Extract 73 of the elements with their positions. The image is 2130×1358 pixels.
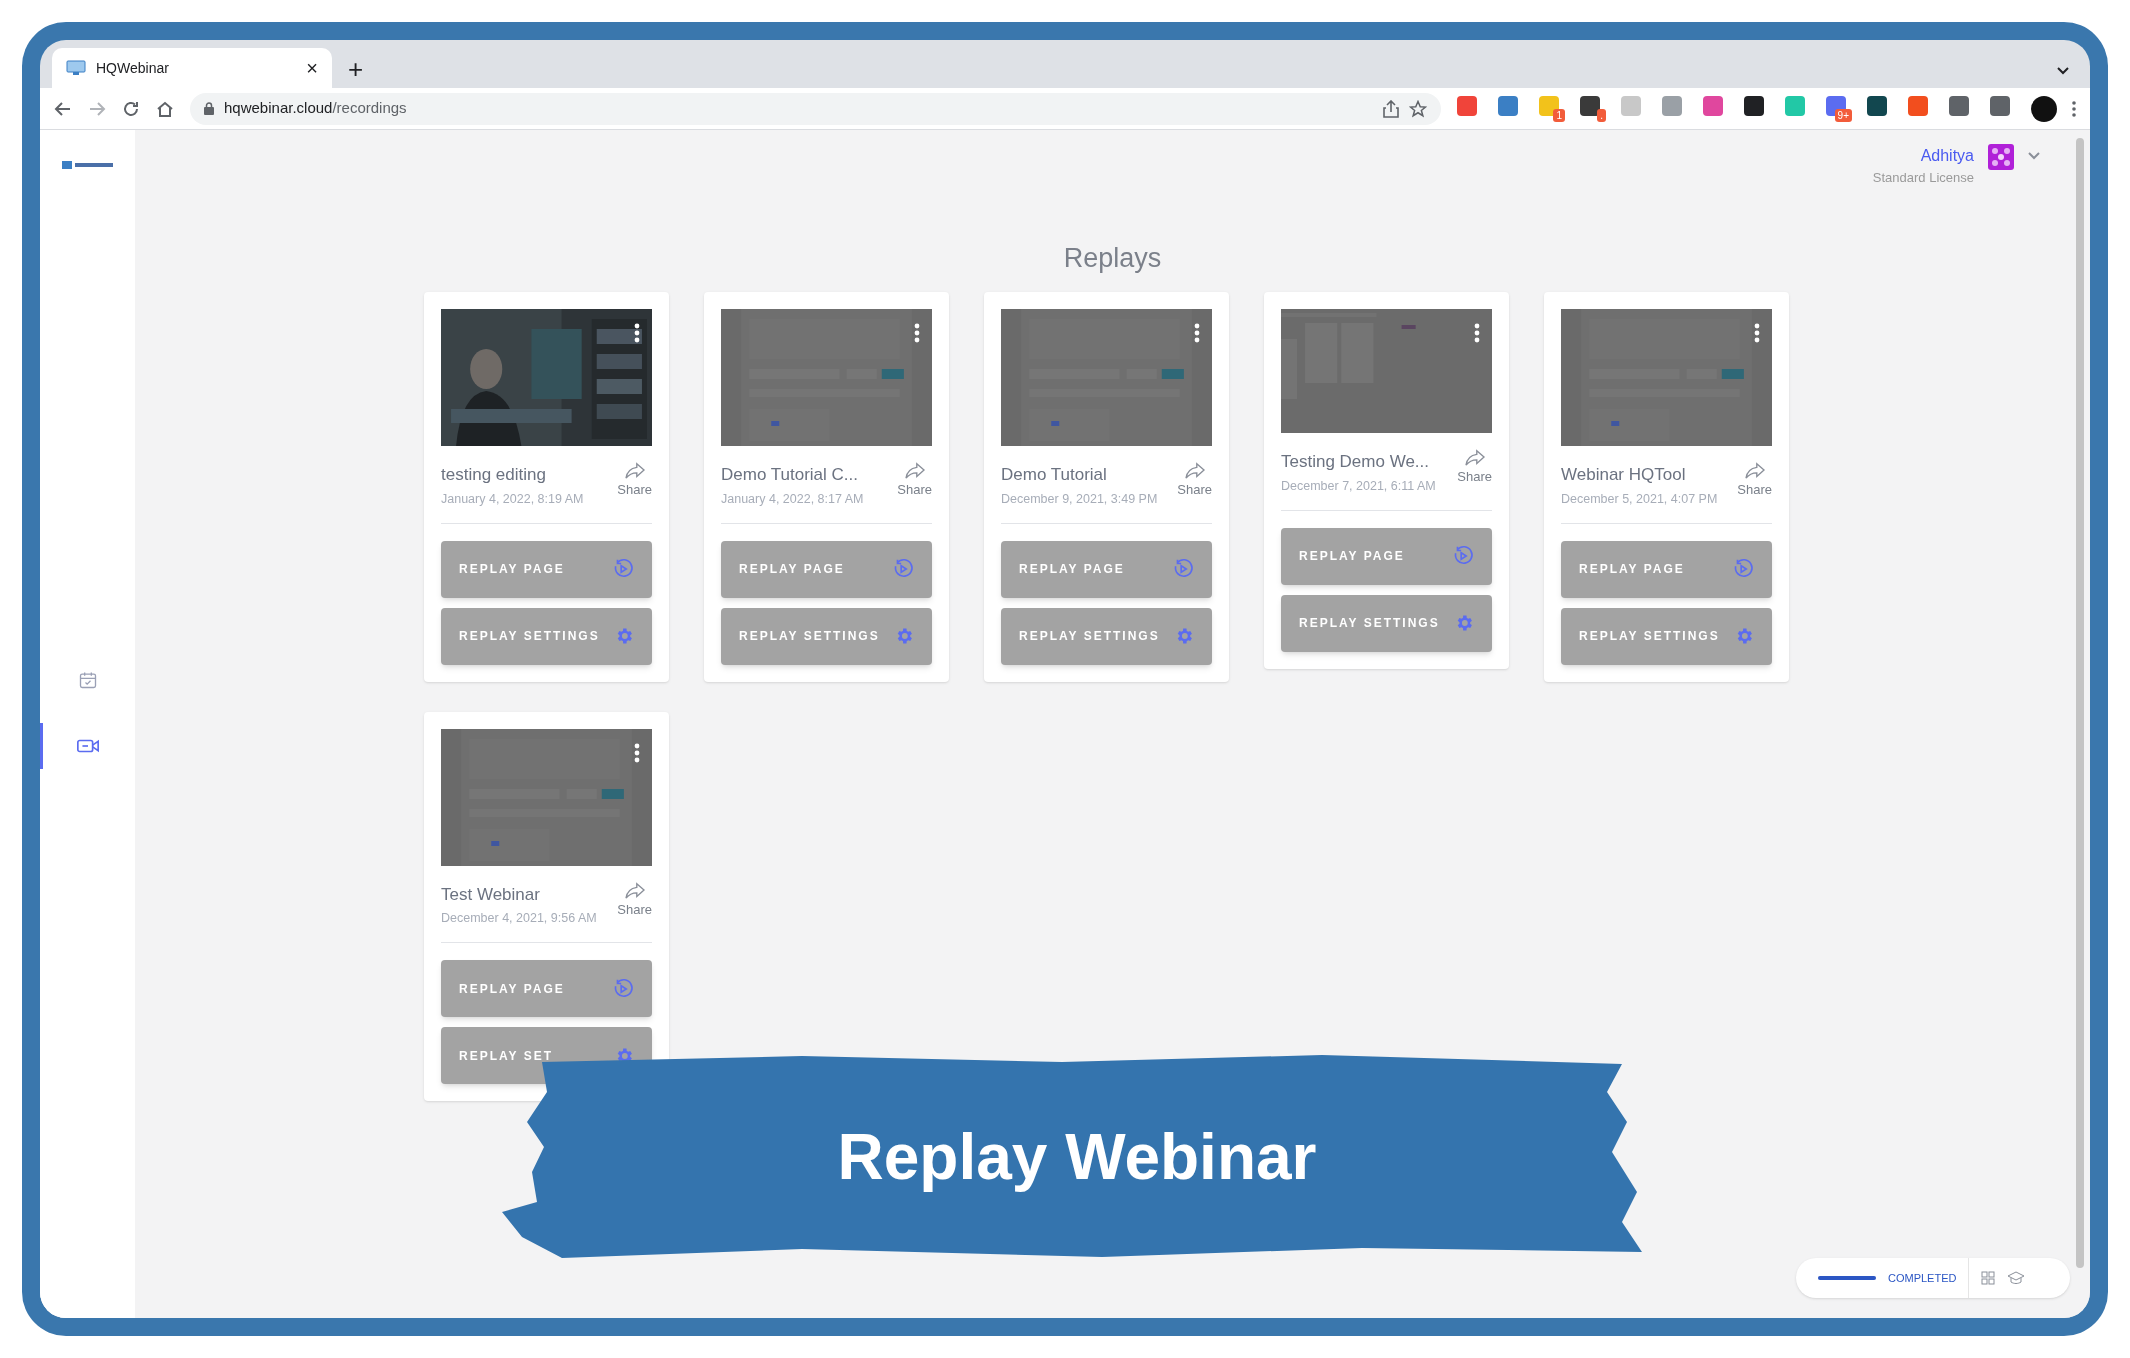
replay-icon [1452,545,1474,567]
replay-settings-button[interactable]: REPLAY SETTINGS [1001,607,1212,665]
replay-date: December 5, 2021, 4:07 PM [1561,490,1718,508]
url-text: hqwebinar.cloud/recordings [224,98,408,119]
replay-title: testing editing [441,464,547,486]
replay-settings-button[interactable]: REPLAY SETTINGS [1561,607,1772,665]
close-tab-button[interactable]: × [306,58,318,78]
menu-icon[interactable] [2072,100,2076,117]
replay-title: Webinar HQTool [1561,464,1687,486]
replay-title: Testing Demo We... [1281,451,1431,473]
address-bar[interactable]: hqwebinar.cloud/recordings [190,92,1441,125]
replay-icon [612,977,634,1000]
replay-page-button[interactable]: REPLAY PAGE [1001,540,1212,598]
license-label: Standard License [1872,169,1974,187]
share-page-icon[interactable] [1383,99,1399,118]
replay-date: January 4, 2022, 8:19 AM [441,490,584,508]
user-name[interactable]: Adhitya [1920,144,1974,168]
share-button[interactable]: Share [1457,449,1492,487]
star-icon[interactable] [1409,99,1427,118]
tab-title: HQWebinar [96,58,170,78]
scrollbar[interactable] [2076,138,2084,1268]
banner-title: Replay Webinar [837,1120,1317,1195]
share-button[interactable]: Share [1737,462,1772,500]
logo-icon[interactable] [61,160,114,170]
home-icon[interactable] [156,99,174,118]
replay-icon [892,558,914,580]
chevron-down-icon[interactable] [2056,66,2070,76]
share-button[interactable]: Share [897,462,932,500]
share-button[interactable]: Share [1177,462,1212,500]
active-indicator [40,723,43,769]
replay-page-button[interactable]: REPLAY PAGE [441,960,652,1017]
avatar-pattern-icon[interactable] [1988,144,2014,170]
extension-icon[interactable]: 1 [1539,95,1565,122]
replay-settings-button[interactable]: REPLAY SETTINGS [721,607,932,665]
extension-icon[interactable]: 9+ [1826,95,1852,122]
share-icon [1183,462,1206,480]
extension-badge: . [1597,108,1606,122]
replay-page-button[interactable]: REPLAY PAGE [721,540,932,598]
monitor-icon [66,60,86,76]
share-icon [903,462,926,480]
new-tab-button[interactable]: + [348,56,364,82]
replay-date: December 9, 2021, 3:49 PM [1001,490,1158,508]
replay-page-button[interactable]: REPLAY PAGE [1281,527,1492,585]
share-icon [623,462,646,480]
share-icon [1463,449,1486,467]
replay-page-button[interactable]: REPLAY PAGE [1561,540,1772,598]
share-button[interactable]: Share [617,462,652,500]
replay-icon [1732,558,1754,580]
replay-icon [612,558,634,580]
extension-icon[interactable]: . [1580,95,1606,122]
share-button[interactable]: Share [617,881,652,919]
replay-settings-button[interactable]: REPLAY SETTINGS [441,607,652,665]
page-title: Replays [1062,241,1163,275]
share-icon [1743,462,1766,480]
replay-title: Demo Tutorial C... [721,464,859,486]
back-icon[interactable] [54,99,72,118]
browser-tab[interactable]: HQWebinar × [52,48,332,88]
replay-date: January 4, 2022, 8:17 AM [721,490,864,508]
reload-icon[interactable] [122,99,140,118]
calendar-icon[interactable] [77,670,98,690]
replay-icon [1172,558,1194,580]
replay-date: December 4, 2021, 9:56 AM [441,910,597,927]
replay-page-button[interactable]: REPLAY PAGE [441,540,652,598]
replay-date: December 7, 2021, 6:11 AM [1281,477,1436,495]
replay-title: Demo Tutorial [1001,464,1108,486]
extension-badge: 1 [1553,108,1565,122]
lock-icon [204,102,214,115]
profile-avatar[interactable] [2031,95,2057,122]
replay-title: Test Webinar [441,883,541,906]
share-icon [623,881,646,900]
progress-label: COMPLETED [1888,1270,1957,1286]
more-icon[interactable] [634,323,640,343]
replay-settings-button[interactable]: REPLAY SETTINGS [1281,594,1492,652]
